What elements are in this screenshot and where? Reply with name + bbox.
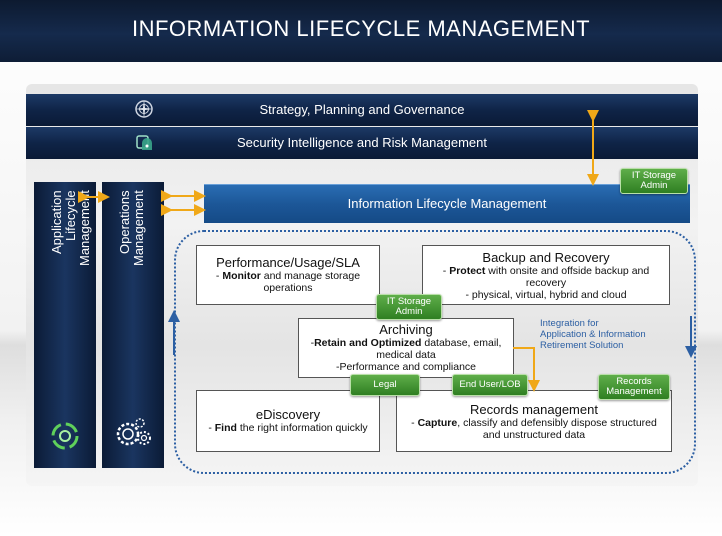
tag-it-storage-admin-mid: IT Storage Admin <box>376 294 442 320</box>
tag-it-storage-admin-top: IT Storage Admin <box>620 168 688 194</box>
tag-it-storage-mid-line2: Admin <box>395 306 423 317</box>
tag-it-storage-top-line2: Admin <box>640 180 668 191</box>
connector-arrows <box>78 110 697 392</box>
tag-legal: Legal <box>350 374 420 396</box>
tag-end-user-lob: End User/LOB <box>452 374 528 396</box>
tag-records-management: Records Management <box>598 374 670 400</box>
tag-records-line2: Management <box>606 386 662 397</box>
